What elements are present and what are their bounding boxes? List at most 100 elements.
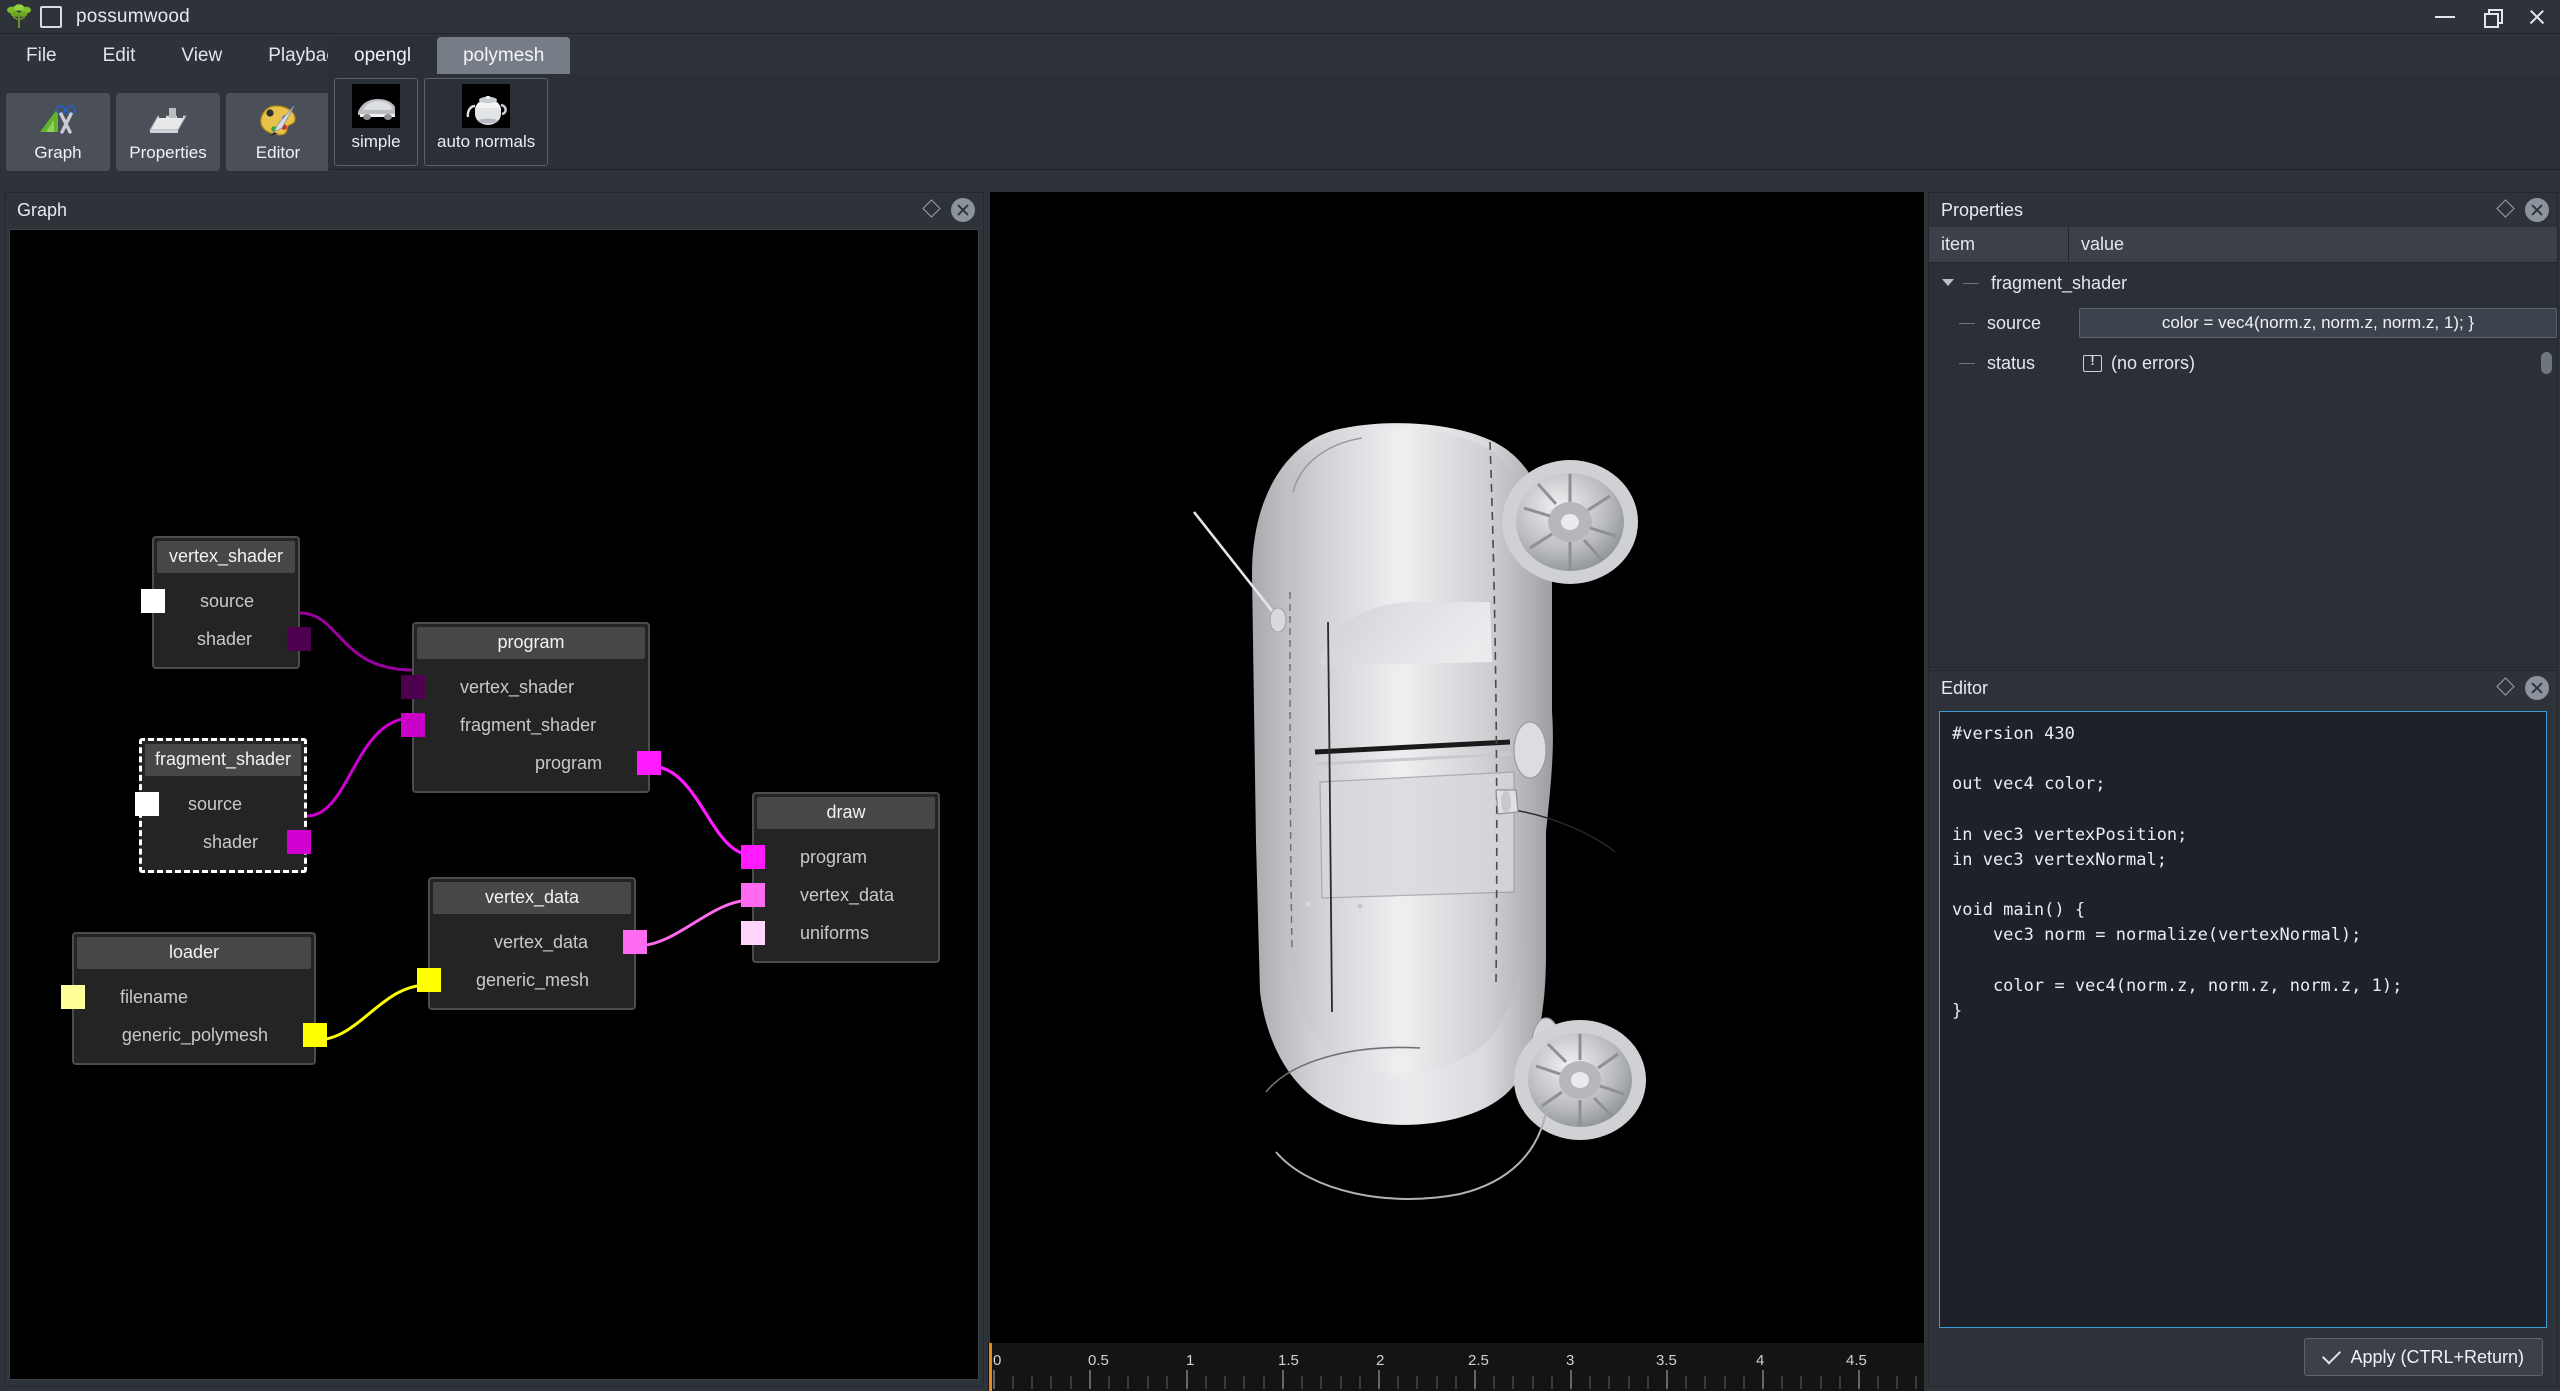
port-row-fragment-shader[interactable]: fragment_shader: [401, 706, 648, 744]
port-row-generic-mesh[interactable]: generic_mesh: [417, 961, 634, 999]
tab-opengl[interactable]: opengl: [328, 37, 438, 75]
chevron-down-icon[interactable]: [1941, 276, 1955, 290]
toolbar-button-graph[interactable]: Graph: [6, 93, 110, 171]
minimize-button[interactable]: [2422, 0, 2468, 34]
timeline-tick-4: 4: [1756, 1352, 1764, 1369]
column-header-item[interactable]: item: [1929, 227, 2069, 262]
port-row-source[interactable]: source: [135, 785, 304, 823]
properties-icon: [149, 107, 187, 133]
port-handle-shader[interactable]: [287, 830, 311, 854]
toolbar-button-editor[interactable]: Editor: [226, 93, 330, 171]
editor-panel: Editor #version 430 out vec4 color; in v…: [1928, 670, 2558, 1387]
port-label-shader: shader: [196, 628, 252, 649]
toolbar-label-properties: Properties: [129, 142, 207, 162]
port-handle-fragment-shader[interactable]: [401, 713, 425, 737]
apply-button[interactable]: Apply (CTRL+Return): [2304, 1338, 2543, 1376]
shader-code-editor[interactable]: #version 430 out vec4 color; in vec3 ver…: [1939, 711, 2547, 1328]
graph-scissors-icon: [40, 104, 76, 134]
float-icon[interactable]: [2495, 200, 2515, 220]
close-icon[interactable]: [2525, 676, 2549, 700]
port-row-program[interactable]: program: [414, 744, 661, 782]
port-handle-shader[interactable]: [287, 627, 311, 651]
properties-panel: Properties item value fragment_shader so…: [1928, 192, 2558, 668]
graph-panel-title: Graph: [17, 199, 68, 220]
graph-node-vertex-shader[interactable]: vertex_shader source shader: [141, 536, 311, 669]
port-handle-vertex-shader[interactable]: [401, 675, 425, 699]
check-icon: [2322, 1345, 2342, 1365]
port-row-filename[interactable]: filename: [61, 978, 314, 1016]
menu-item-file[interactable]: File: [6, 41, 77, 71]
toolbar-button-properties[interactable]: Properties: [116, 93, 220, 171]
port-row-generic-polymesh[interactable]: generic_polymesh: [74, 1016, 327, 1054]
close-button[interactable]: [2514, 0, 2560, 34]
graph-canvas[interactable]: vertex_shader source shader fragment_sha…: [9, 229, 979, 1380]
port-handle-uniforms[interactable]: [741, 921, 765, 945]
preset-label-auto-normals: auto normals: [437, 131, 536, 151]
port-row-vertex-data[interactable]: vertex_data: [430, 923, 647, 961]
timeline-tick-3.5: 3.5: [1656, 1352, 1677, 1369]
port-row-program[interactable]: program: [741, 838, 938, 876]
window-title: possumwood: [76, 5, 190, 27]
port-row-source[interactable]: source: [141, 582, 298, 620]
timeline-ruler[interactable]: 0 0.5 1 1.5 2 2.5 3 3.5 4 4.5: [988, 1343, 1924, 1391]
table-row-status[interactable]: status (no errors): [1929, 343, 2557, 383]
graph-node-vertex-data[interactable]: vertex_data vertex_data generic_mesh: [417, 877, 647, 1010]
palette-icon: [260, 104, 296, 136]
timeline-ticks: 0 0.5 1 1.5 2 2.5 3 3.5 4 4.5: [988, 1343, 1924, 1391]
port-label-generic-mesh: generic_mesh: [476, 969, 590, 990]
close-icon[interactable]: [2525, 198, 2549, 222]
timeline-tick-2: 2: [1376, 1352, 1384, 1369]
row-label-status: status: [1987, 352, 2036, 373]
menu-item-view[interactable]: View: [161, 41, 242, 71]
tab-polymesh[interactable]: polymesh: [437, 37, 571, 75]
port-handle-filename[interactable]: [61, 985, 85, 1009]
port-row-shader[interactable]: shader: [142, 823, 311, 861]
port-row-vertex-shader[interactable]: vertex_shader: [401, 668, 648, 706]
graph-node-draw[interactable]: draw program vertex_data uniforms: [741, 792, 940, 963]
port-handle-generic-mesh[interactable]: [417, 968, 441, 992]
window-controls: [2422, 0, 2560, 34]
port-handle-program[interactable]: [637, 751, 661, 775]
table-row-fragment-shader[interactable]: fragment_shader: [1929, 263, 2557, 303]
port-row-vertex-data[interactable]: vertex_data: [741, 876, 938, 914]
port-label-vertex-data: vertex_data: [493, 931, 588, 952]
port-handle-source[interactable]: [141, 589, 165, 613]
properties-panel-titlebar: Properties: [1929, 193, 2557, 227]
plugin-tab-strip: opengl polymesh: [328, 35, 2560, 75]
port-handle-generic-polymesh[interactable]: [303, 1023, 327, 1047]
viewport-3d[interactable]: [990, 192, 1924, 1343]
graph-node-fragment-shader[interactable]: fragment_shader source shader: [135, 734, 311, 877]
teapot-thumbnail: [462, 83, 511, 128]
port-label-shader: shader: [202, 831, 258, 852]
port-handle-vertex-data[interactable]: [741, 883, 765, 907]
info-icon: [2083, 353, 2102, 372]
float-icon[interactable]: [921, 200, 941, 220]
port-label-program: program: [800, 846, 868, 867]
maximize-button[interactable]: [2468, 0, 2514, 34]
status-value: (no errors): [2111, 352, 2196, 373]
source-value-field[interactable]: color = vec4(norm.z, norm.z, norm.z, 1);…: [2079, 308, 2557, 338]
node-title: loader: [77, 937, 311, 969]
graph-node-loader[interactable]: loader filename generic_polymesh: [61, 932, 327, 1065]
graph-node-program[interactable]: program vertex_shader fragment_shader pr…: [401, 622, 661, 793]
column-header-value[interactable]: value: [2069, 227, 2557, 262]
port-row-uniforms[interactable]: uniforms: [741, 914, 938, 952]
port-handle-source[interactable]: [135, 792, 159, 816]
preset-button-simple[interactable]: simple: [334, 77, 418, 166]
menu-item-edit[interactable]: Edit: [83, 41, 156, 71]
preset-toolbar: simple auto normals: [328, 74, 2560, 170]
table-row-source[interactable]: source color = vec4(norm.z, norm.z, norm…: [1929, 303, 2557, 343]
port-handle-vertex-data[interactable]: [623, 930, 647, 954]
timeline-tick-4.5: 4.5: [1846, 1352, 1867, 1369]
node-title: fragment_shader: [145, 744, 301, 776]
port-label-source: source: [188, 793, 243, 814]
car-thumbnail: [352, 83, 400, 128]
graph-panel: Graph vertex_shader source shader fragme…: [4, 192, 984, 1387]
port-row-shader[interactable]: shader: [154, 620, 311, 658]
properties-scrollbar-thumb[interactable]: [2541, 352, 2552, 374]
port-label-vertex-shader: vertex_shader: [460, 676, 575, 697]
float-icon[interactable]: [2495, 678, 2515, 698]
port-handle-program[interactable]: [741, 845, 765, 869]
close-icon[interactable]: [951, 198, 975, 222]
preset-button-auto-normals[interactable]: auto normals: [424, 77, 549, 166]
